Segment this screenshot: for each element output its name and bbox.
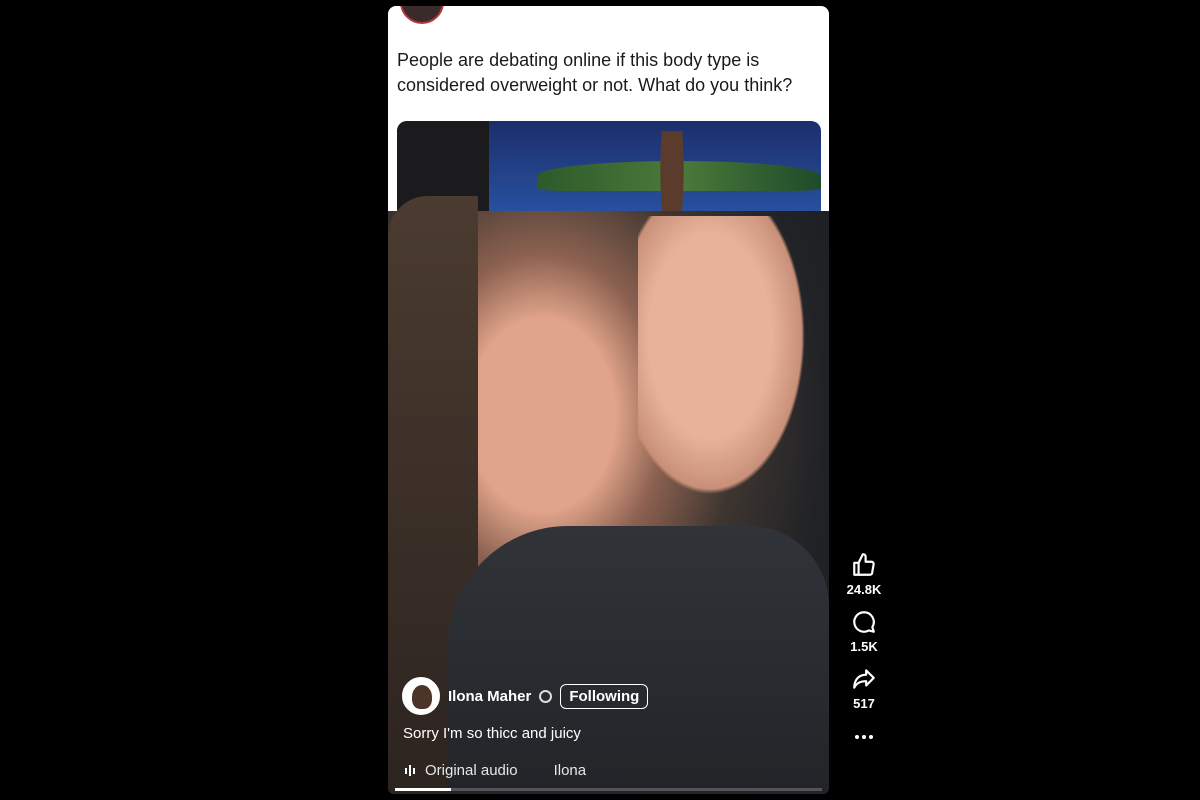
audio-label[interactable]: Original audio — [425, 762, 518, 779]
profile-row: Ilona Maher Following — [402, 676, 649, 716]
share-icon — [853, 669, 875, 689]
comment-button[interactable]: 1.5K — [850, 609, 878, 654]
share-button[interactable]: 517 — [851, 666, 877, 711]
share-count: 517 — [853, 696, 875, 711]
audio-icon — [405, 765, 415, 776]
comment-icon — [853, 611, 875, 633]
audio-row[interactable]: Original audio Ilona — [405, 762, 586, 779]
like-button[interactable]: 24.8K — [846, 552, 882, 597]
video-progress-bar[interactable] — [395, 788, 822, 791]
avatar[interactable] — [402, 677, 440, 715]
comment-count: 1.5K — [850, 639, 878, 654]
card-avatar[interactable] — [400, 6, 444, 24]
reel-caption[interactable]: Sorry I'm so thicc and juicy — [403, 725, 581, 742]
following-button[interactable]: Following — [560, 683, 649, 709]
reel-viewer: People are debating online if this body … — [388, 6, 829, 794]
more-icon[interactable] — [855, 735, 873, 739]
globe-icon — [539, 689, 553, 703]
like-count: 24.8K — [846, 582, 882, 597]
presenter-hand — [638, 216, 818, 516]
username[interactable]: Ilona Maher — [448, 688, 531, 705]
post-caption: People are debating online if this body … — [397, 50, 793, 95]
side-actions: 24.8K 1.5K 517 — [836, 552, 892, 739]
thumbs-up-icon — [853, 553, 875, 576]
progress-fill — [395, 788, 451, 791]
audio-author[interactable]: Ilona — [554, 762, 587, 779]
presenter-shirt — [448, 526, 829, 794]
